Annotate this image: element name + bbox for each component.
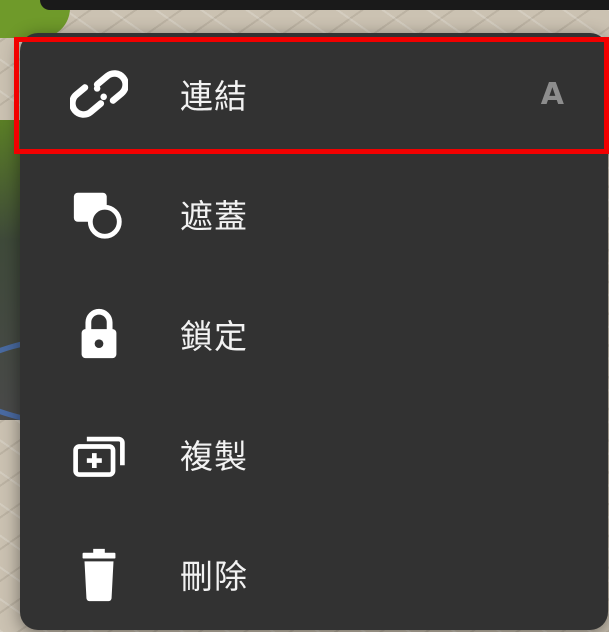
menu-item-mask[interactable]: 遮蓋 <box>20 156 608 272</box>
link-icon <box>70 65 128 123</box>
context-menu: 連結 A 遮蓋 鎖定 複製 刪除 <box>20 33 608 630</box>
menu-item-lock[interactable]: 鎖定 <box>20 276 608 392</box>
menu-item-label: 複製 <box>180 437 248 476</box>
duplicate-icon <box>70 425 128 483</box>
top-toolbar-edge <box>40 0 609 10</box>
menu-item-label: 連結 <box>180 77 248 116</box>
menu-item-duplicate[interactable]: 複製 <box>20 396 608 512</box>
menu-item-label: 鎖定 <box>180 317 248 356</box>
menu-item-label: 遮蓋 <box>180 197 248 236</box>
menu-item-link[interactable]: 連結 A <box>20 36 608 152</box>
menu-item-label: 刪除 <box>180 557 248 596</box>
shortcut-key: A <box>540 76 564 112</box>
lock-icon <box>70 305 128 363</box>
trash-icon <box>70 545 128 603</box>
mask-icon <box>70 185 128 243</box>
menu-item-delete[interactable]: 刪除 <box>20 516 608 632</box>
